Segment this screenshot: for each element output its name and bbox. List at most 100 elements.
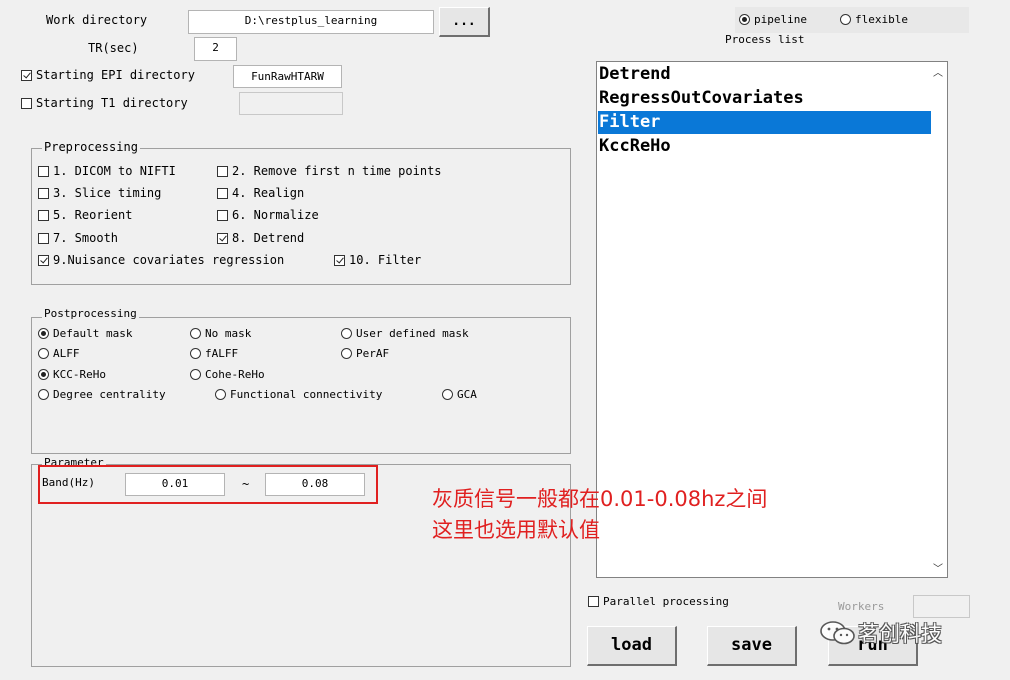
load-button[interactable]: load bbox=[587, 626, 677, 666]
wechat-icon bbox=[818, 619, 858, 647]
checkbox-icon bbox=[38, 232, 49, 244]
checkbox-label: 10. Filter bbox=[349, 253, 422, 267]
band-label: Band(Hz) bbox=[42, 476, 95, 489]
radio-icon bbox=[190, 369, 201, 380]
flexible-label: flexible bbox=[855, 13, 908, 26]
checkbox-label: 2. Remove first n time points bbox=[232, 164, 442, 178]
checkbox-label: 7. Smooth bbox=[53, 231, 119, 245]
radio-label: Degree centrality bbox=[53, 388, 166, 401]
workers-label: Workers bbox=[838, 600, 885, 613]
checkbox-icon bbox=[217, 187, 228, 199]
post-alff-radio[interactable]: ALFF bbox=[38, 347, 80, 360]
post-functional-connectivity-radio[interactable]: Functional connectivity bbox=[215, 388, 382, 401]
annotation-line-1: 灰质信号一般都在0.01-0.08hz之间 bbox=[432, 487, 768, 511]
pipeline-radio[interactable]: pipeline bbox=[739, 13, 807, 26]
radio-icon bbox=[38, 348, 49, 359]
pre-realign-checkbox[interactable]: 4. Realign bbox=[217, 186, 304, 200]
radio-icon bbox=[190, 328, 201, 339]
starting-t1-checkbox[interactable]: Starting T1 directory bbox=[21, 96, 188, 110]
starting-epi-label: Starting EPI directory bbox=[36, 68, 195, 82]
starting-t1-label: Starting T1 directory bbox=[36, 96, 188, 110]
postprocessing-title: Postprocessing bbox=[42, 307, 139, 321]
pre-dicom-checkbox[interactable]: 1. DICOM to NIFTI bbox=[38, 164, 176, 178]
radio-icon bbox=[190, 348, 201, 359]
checkbox-icon bbox=[217, 232, 228, 244]
checkbox-label: 5. Reorient bbox=[53, 208, 133, 222]
radio-label: ALFF bbox=[53, 347, 80, 360]
annotation-line-2: 这里也选用默认值 bbox=[432, 518, 600, 542]
tr-label: TR(sec) bbox=[88, 41, 139, 55]
process-item[interactable]: Detrend bbox=[598, 63, 931, 86]
save-button[interactable]: save bbox=[707, 626, 797, 666]
checkbox-icon bbox=[38, 165, 49, 177]
flexible-radio[interactable]: flexible bbox=[840, 13, 908, 26]
radio-icon bbox=[840, 14, 851, 25]
radio-label: fALFF bbox=[205, 347, 239, 360]
post-cohe-reho-radio[interactable]: Cohe-ReHo bbox=[190, 368, 265, 381]
pre-smooth-checkbox[interactable]: 7. Smooth bbox=[38, 231, 118, 245]
checkbox-icon bbox=[334, 254, 345, 266]
post-no-mask-radio[interactable]: No mask bbox=[190, 327, 251, 340]
pre-reorient-checkbox[interactable]: 5. Reorient bbox=[38, 208, 132, 222]
watermark: 茗创科技 bbox=[818, 618, 942, 648]
pre-detrend-checkbox[interactable]: 8. Detrend bbox=[217, 231, 304, 245]
checkbox-icon bbox=[21, 69, 32, 81]
checkbox-icon bbox=[38, 254, 49, 266]
post-user-mask-radio[interactable]: User defined mask bbox=[341, 327, 469, 340]
parallel-processing-label: Parallel processing bbox=[603, 595, 729, 608]
radio-icon bbox=[341, 328, 352, 339]
parallel-processing-checkbox[interactable]: Parallel processing bbox=[588, 595, 729, 608]
radio-label: User defined mask bbox=[356, 327, 469, 340]
checkbox-label: 8. Detrend bbox=[232, 231, 305, 245]
radio-label: No mask bbox=[205, 327, 252, 340]
checkbox-label: 4. Realign bbox=[232, 186, 305, 200]
work-directory-field[interactable]: D:\restplus_learning bbox=[188, 10, 434, 34]
process-item[interactable]: RegressOutCovariates bbox=[598, 87, 931, 110]
post-falff-radio[interactable]: fALFF bbox=[190, 347, 238, 360]
browse-button[interactable]: ... bbox=[439, 7, 490, 37]
checkbox-icon bbox=[38, 209, 49, 221]
tilde-label: ~ bbox=[242, 477, 250, 491]
tr-field[interactable]: 2 bbox=[194, 37, 237, 61]
scrollbar[interactable]: ︿ ﹀ bbox=[932, 62, 947, 577]
band-high-field[interactable]: 0.08 bbox=[265, 473, 365, 496]
checkbox-icon bbox=[217, 209, 228, 221]
radio-label: KCC-ReHo bbox=[53, 368, 106, 381]
radio-icon bbox=[442, 389, 453, 400]
post-degree-centrality-radio[interactable]: Degree centrality bbox=[38, 388, 166, 401]
watermark-text: 茗创科技 bbox=[858, 622, 942, 646]
post-default-mask-radio[interactable]: Default mask bbox=[38, 327, 132, 340]
process-item[interactable]: KccReHo bbox=[598, 135, 931, 158]
radio-label: Cohe-ReHo bbox=[205, 368, 265, 381]
radio-label: Functional connectivity bbox=[230, 388, 383, 401]
checkbox-icon bbox=[21, 97, 32, 109]
starting-epi-checkbox[interactable]: Starting EPI directory bbox=[21, 68, 195, 82]
radio-icon bbox=[215, 389, 226, 400]
pre-nuisance-checkbox[interactable]: 9.Nuisance covariates regression bbox=[38, 253, 284, 267]
pre-remove-checkbox[interactable]: 2. Remove first n time points bbox=[217, 164, 442, 178]
process-item-selected[interactable]: Filter bbox=[598, 111, 931, 134]
process-list-title: Process list bbox=[725, 33, 805, 46]
checkbox-icon bbox=[588, 596, 599, 607]
workers-field bbox=[913, 595, 970, 618]
pipeline-label: pipeline bbox=[754, 13, 807, 26]
starting-t1-field bbox=[239, 92, 343, 115]
radio-icon bbox=[341, 348, 352, 359]
radio-icon bbox=[38, 369, 49, 380]
checkbox-label: 9.Nuisance covariates regression bbox=[53, 253, 285, 267]
radio-label: GCA bbox=[457, 388, 477, 401]
radio-label: PerAF bbox=[356, 347, 390, 360]
band-low-field[interactable]: 0.01 bbox=[125, 473, 225, 496]
checkbox-label: 6. Normalize bbox=[232, 208, 319, 222]
scroll-up-icon[interactable]: ︿ bbox=[933, 64, 943, 79]
scroll-down-icon[interactable]: ﹀ bbox=[933, 560, 943, 575]
pre-slice-checkbox[interactable]: 3. Slice timing bbox=[38, 186, 161, 200]
pre-normalize-checkbox[interactable]: 6. Normalize bbox=[217, 208, 319, 222]
post-peraf-radio[interactable]: PerAF bbox=[341, 347, 389, 360]
checkbox-icon bbox=[38, 187, 49, 199]
pre-filter-checkbox[interactable]: 10. Filter bbox=[334, 253, 421, 267]
checkbox-icon bbox=[217, 165, 228, 177]
post-gca-radio[interactable]: GCA bbox=[442, 388, 477, 401]
starting-epi-field[interactable]: FunRawHTARW bbox=[233, 65, 342, 88]
post-kcc-reho-radio[interactable]: KCC-ReHo bbox=[38, 368, 106, 381]
